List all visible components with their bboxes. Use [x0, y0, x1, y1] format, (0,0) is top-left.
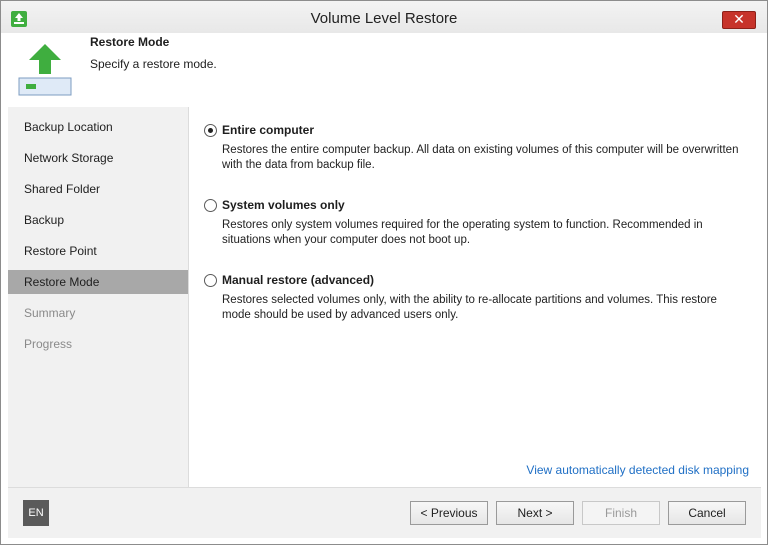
window-title: Volume Level Restore — [310, 10, 458, 27]
option-description: Restores the entire computer backup. All… — [222, 144, 739, 171]
step-shared-folder[interactable]: Shared Folder — [8, 177, 188, 201]
step-summary: Summary — [24, 306, 76, 320]
option-label[interactable]: Manual restore (advanced) — [222, 273, 374, 287]
wizard-footer: EN < Previous Next > Finish Cancel — [8, 487, 761, 538]
header-subtitle: Specify a restore mode. — [90, 57, 217, 71]
wizard-header: Restore Mode Specify a restore mode. — [8, 33, 761, 107]
option-description: Restores only system volumes required fo… — [222, 219, 703, 246]
step-backup-location[interactable]: Backup Location — [8, 115, 188, 139]
radio-entire-computer[interactable] — [204, 124, 217, 137]
restore-mode-panel: Entire computer Restores the entire comp… — [188, 107, 761, 487]
radio-manual-restore[interactable] — [204, 274, 217, 287]
cancel-button[interactable]: Cancel — [668, 501, 746, 525]
radio-system-volumes[interactable] — [204, 199, 217, 212]
step-network-storage[interactable]: Network Storage — [8, 146, 188, 170]
restore-volume-icon — [18, 44, 72, 96]
previous-button[interactable]: < Previous — [410, 501, 488, 525]
close-button[interactable]: ✕ — [722, 11, 756, 29]
language-indicator[interactable]: EN — [23, 500, 49, 526]
step-backup[interactable]: Backup — [8, 208, 188, 232]
step-restore-point[interactable]: Restore Point — [8, 239, 188, 263]
option-description: Restores selected volumes only, with the… — [222, 294, 717, 321]
step-restore-mode[interactable]: Restore Mode — [8, 270, 188, 294]
restore-window: Volume Level Restore ✕ Restore Mode Spec… — [0, 0, 768, 545]
option-label[interactable]: Entire computer — [222, 123, 314, 137]
step-progress: Progress — [24, 337, 73, 351]
wizard-step-list: Backup Location Network Storage Shared F… — [8, 107, 188, 487]
header-title: Restore Mode — [90, 35, 170, 49]
disk-mapping-link[interactable]: View automatically detected disk mapping — [526, 463, 749, 477]
wizard-body: Backup Location Network Storage Shared F… — [8, 107, 761, 487]
finish-button: Finish — [582, 501, 660, 525]
option-label[interactable]: System volumes only — [222, 198, 345, 212]
next-button[interactable]: Next > — [496, 501, 574, 525]
title-bar: Volume Level Restore ✕ — [1, 1, 767, 33]
